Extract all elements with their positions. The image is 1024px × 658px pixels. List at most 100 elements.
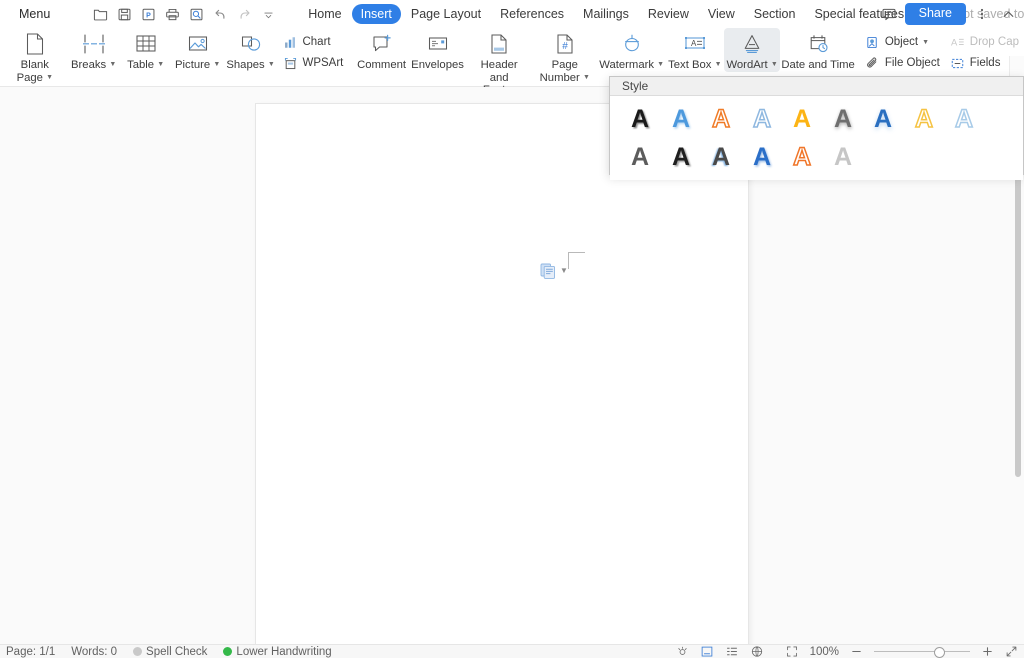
save-icon[interactable] [114, 4, 135, 25]
wordart-glyph-10: A [631, 143, 649, 171]
wpsart-button[interactable]: WPSArt [277, 53, 348, 73]
customize-quick-access-icon[interactable] [258, 4, 279, 25]
comment-icon[interactable] [879, 4, 899, 24]
wordart-button[interactable]: WordArt ▼ [723, 28, 781, 72]
chevron-down-icon: ▼ [267, 61, 275, 68]
undo-icon[interactable] [210, 4, 231, 25]
open-icon[interactable] [90, 4, 111, 25]
zoom-slider[interactable] [874, 647, 970, 658]
wpsart-icon [282, 55, 298, 71]
tab-mailings[interactable]: Mailings [574, 4, 638, 24]
breaks-button[interactable]: Breaks ▼ [68, 28, 120, 72]
chevron-down-icon: ▼ [922, 38, 929, 46]
shapes-text: Shapes [226, 59, 265, 72]
wordart-style-13[interactable]: AA [742, 138, 783, 176]
tab-references[interactable]: References [491, 4, 573, 24]
svg-text:A: A [753, 105, 771, 133]
more-options-icon[interactable] [972, 4, 992, 24]
paste-options-button[interactable]: ▼ [540, 262, 568, 279]
blank-page-button[interactable]: Blank Page ▼ [2, 28, 68, 84]
wordart-glyph-6: AA [834, 105, 852, 135]
page-number-button[interactable]: # Page Number ▼ [532, 28, 598, 84]
chevron-down-icon: ▼ [582, 73, 590, 81]
wordart-style-4[interactable]: A [742, 100, 783, 138]
scrollbar-thumb[interactable] [1015, 177, 1021, 477]
zoom-level[interactable]: 100% [810, 646, 839, 658]
word-count[interactable]: Words: 0 [71, 646, 117, 658]
breaks-icon [81, 31, 107, 57]
file-object-button[interactable]: File Object [860, 53, 945, 73]
wordart-style-14[interactable]: A [782, 138, 823, 176]
svg-text:A: A [631, 143, 649, 171]
wordart-style-8[interactable]: A [904, 100, 945, 138]
menu-button[interactable]: Menu [15, 7, 54, 21]
date-and-time-button[interactable]: Date and Time [780, 28, 856, 72]
wordart-glyph-8: A [914, 104, 934, 134]
wordart-glyph-5: A [793, 105, 811, 133]
watermark-button[interactable]: Watermark ▼ [598, 28, 666, 72]
outline-view-icon[interactable] [725, 645, 739, 658]
wordart-label: WordArt ▼ [726, 59, 777, 72]
quick-access-toolbar: P [90, 4, 279, 25]
wordart-style-9[interactable]: A [944, 100, 985, 138]
svg-text:A: A [672, 105, 690, 133]
wordart-style-3[interactable]: A [701, 100, 742, 138]
paste-options-icon [540, 263, 555, 279]
tab-view[interactable]: View [699, 4, 744, 24]
reading-layout-icon[interactable] [785, 645, 799, 658]
wordart-style-5[interactable]: A [782, 100, 823, 138]
picture-icon [186, 31, 210, 57]
wordart-style-12[interactable]: AA [701, 138, 742, 176]
zoom-slider-knob[interactable] [934, 647, 945, 658]
tab-home[interactable]: Home [299, 4, 350, 24]
date-and-time-icon [806, 31, 830, 57]
top-menu-bar: Menu P Home Insert Page Layout Reference… [0, 0, 1024, 29]
handwriting-dot [223, 647, 233, 656]
print-preview-icon[interactable] [186, 4, 207, 25]
redo-icon[interactable] [234, 4, 255, 25]
picture-text: Picture [175, 59, 211, 72]
wps-writer-window: Menu P Home Insert Page Layout Reference… [0, 0, 1024, 658]
shapes-button[interactable]: Shapes ▼ [224, 28, 278, 72]
svg-text:A: A [951, 37, 958, 47]
tab-insert[interactable]: Insert [351, 4, 401, 24]
wordart-style-11[interactable]: AA [661, 138, 702, 176]
spell-check-status[interactable]: Spell Check [133, 646, 207, 658]
zoom-in-icon[interactable] [981, 645, 994, 658]
chevron-down-icon: ▼ [657, 61, 665, 68]
night-mode-icon[interactable] [676, 645, 689, 658]
wordart-glyph-1: AA [631, 105, 650, 134]
print-icon[interactable] [162, 4, 183, 25]
chevron-down-icon[interactable]: ▼ [560, 266, 568, 275]
wordart-style-1[interactable]: AA [620, 100, 661, 138]
wordart-style-6[interactable]: AA [823, 100, 864, 138]
wordart-style-2[interactable]: AA [661, 100, 702, 138]
wordart-glyph-14: A [792, 142, 812, 172]
chart-button[interactable]: Chart [277, 32, 348, 52]
tab-section[interactable]: Section [745, 4, 805, 24]
handwriting-status[interactable]: Lower Handwriting [223, 646, 332, 658]
share-button[interactable]: Share [904, 3, 966, 25]
fullscreen-icon[interactable] [1005, 645, 1018, 658]
export-pdf-icon[interactable]: P [138, 4, 159, 25]
print-layout-view-icon[interactable] [700, 645, 714, 658]
tab-review[interactable]: Review [639, 4, 698, 24]
comment-button[interactable]: Comment [354, 28, 408, 72]
picture-button[interactable]: Picture ▼ [172, 28, 224, 72]
object-button[interactable]: Object ▼ [860, 32, 945, 52]
page-number-label: Page Number ▼ [538, 59, 592, 84]
wordart-style-7[interactable]: AA [863, 100, 904, 138]
zoom-out-icon[interactable] [850, 645, 863, 658]
table-button[interactable]: Table ▼ [120, 28, 172, 72]
document-page[interactable]: ▼ [256, 104, 748, 658]
wordart-glyph-12: AA [711, 143, 730, 172]
text-box-button[interactable]: A Text Box ▼ [666, 28, 724, 72]
wordart-style-15[interactable]: A [823, 138, 864, 176]
breaks-label: Breaks ▼ [71, 59, 116, 72]
tab-page-layout[interactable]: Page Layout [402, 4, 490, 24]
envelopes-button[interactable]: Envelopes [409, 28, 467, 72]
wordart-style-10[interactable]: A [620, 138, 661, 176]
collapse-ribbon-icon[interactable] [998, 4, 1018, 24]
top-right-actions: Share [879, 0, 1018, 28]
web-layout-view-icon[interactable] [750, 645, 764, 658]
